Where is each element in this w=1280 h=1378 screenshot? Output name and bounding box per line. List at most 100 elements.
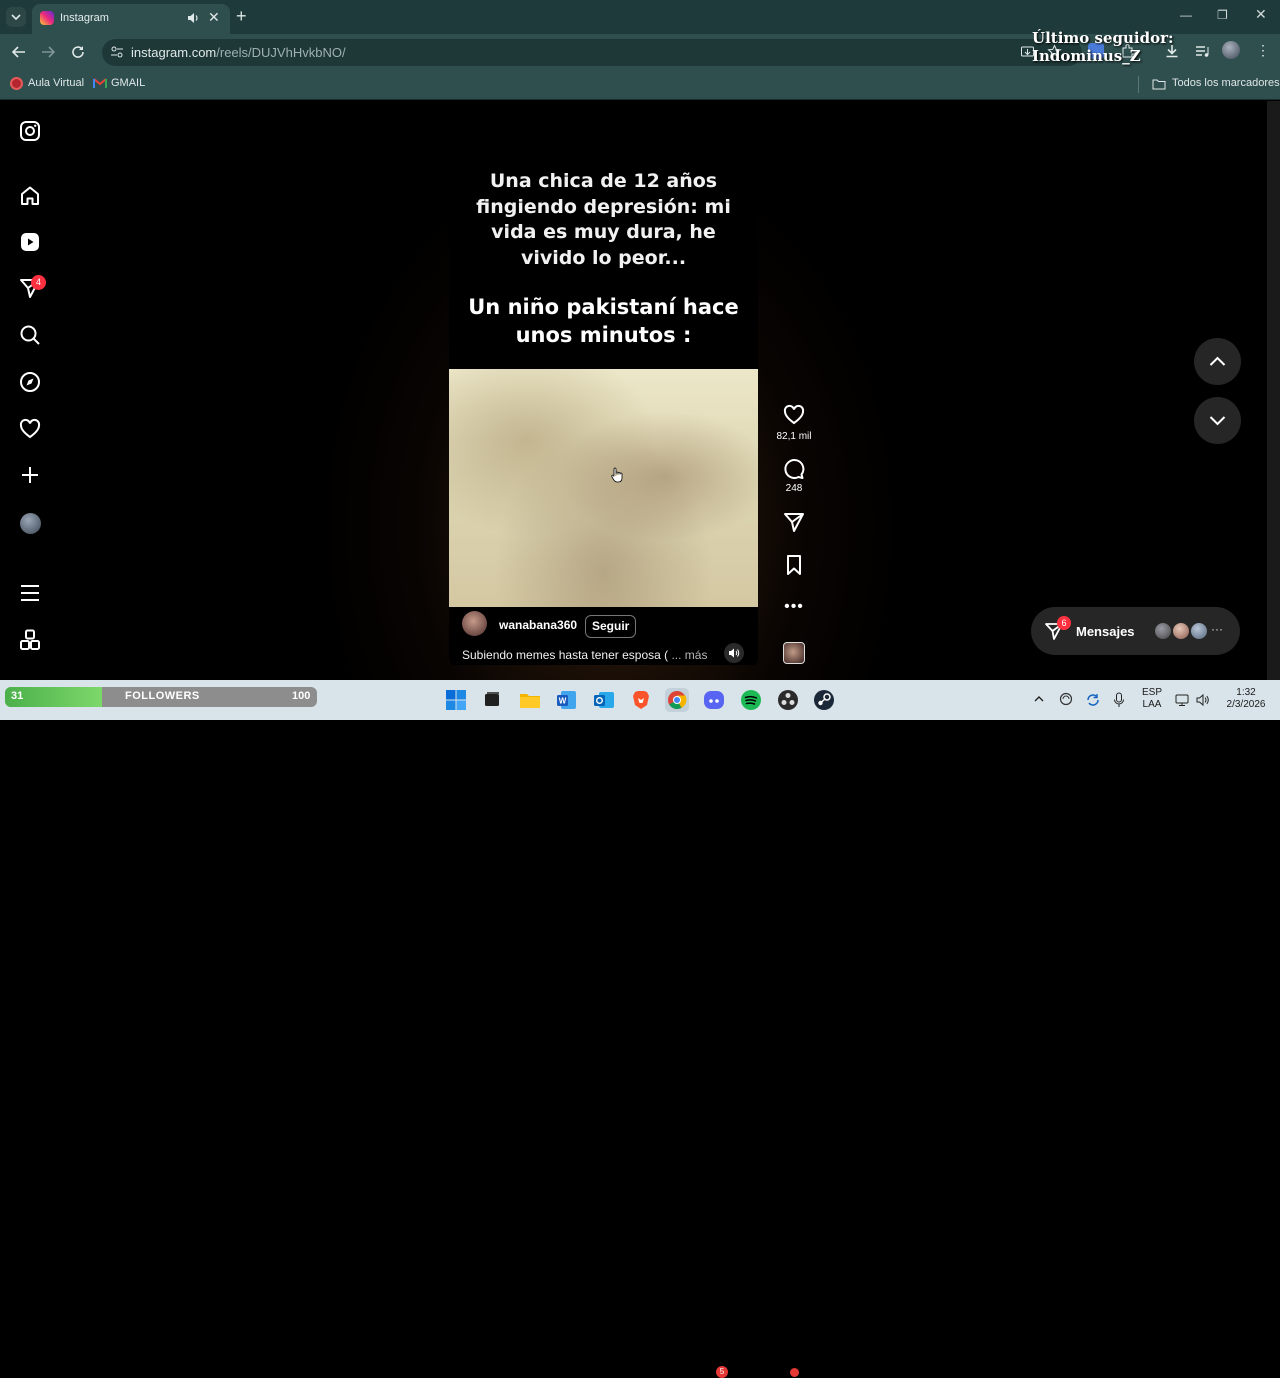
brave-browser-icon[interactable] bbox=[629, 688, 653, 712]
minimize-icon[interactable]: — bbox=[1180, 8, 1192, 22]
speaker-icon bbox=[729, 648, 740, 658]
instagram-logo-icon[interactable] bbox=[18, 119, 42, 143]
more-menu-icon[interactable] bbox=[18, 581, 42, 605]
bookmark-aula-virtual[interactable]: Aula Virtual bbox=[28, 77, 84, 89]
more-dots-icon: ··· bbox=[1211, 622, 1223, 636]
comments-count: 248 bbox=[785, 483, 803, 494]
discord-icon[interactable] bbox=[702, 688, 726, 712]
keyboard-layout: LAA bbox=[1142, 699, 1162, 710]
instagram-favicon-icon bbox=[40, 11, 54, 25]
followers-current: 31 bbox=[11, 690, 24, 702]
url-text: instagram.com/reels/DUJVhHvkbNO/ bbox=[131, 45, 346, 60]
message-avatar bbox=[1171, 621, 1191, 641]
clock[interactable]: 1:32 2/3/2026 bbox=[1220, 687, 1272, 711]
hand-cursor-icon bbox=[611, 467, 623, 483]
back-arrow-icon[interactable] bbox=[11, 44, 27, 60]
tab-instagram[interactable]: Instagram ✕ bbox=[32, 4, 230, 34]
audio-thumbnail[interactable] bbox=[783, 642, 805, 664]
task-view-icon[interactable] bbox=[480, 688, 504, 712]
message-avatar bbox=[1153, 621, 1173, 641]
explore-compass-icon[interactable] bbox=[18, 370, 42, 394]
steam-icon[interactable] bbox=[812, 688, 836, 712]
onedrive-icon[interactable] bbox=[1058, 692, 1074, 706]
language-code: ESP bbox=[1141, 687, 1162, 698]
also-from-meta-icon[interactable] bbox=[18, 628, 42, 652]
spotify-icon[interactable] bbox=[739, 688, 763, 712]
reel-caption-bottom: Un niño pakistaní hace unos minutos : bbox=[468, 295, 739, 347]
aula-virtual-icon bbox=[10, 77, 23, 90]
more-link[interactable]: ... más bbox=[671, 648, 707, 662]
clock-time: 1:32 bbox=[1236, 687, 1256, 698]
tab-close-icon[interactable]: ✕ bbox=[208, 9, 220, 26]
word-icon[interactable]: W bbox=[555, 688, 579, 712]
share-icon[interactable] bbox=[781, 510, 807, 534]
stream-overlay-last-follower: Último seguidor: Indominus_Z bbox=[1032, 29, 1174, 65]
gmail-icon bbox=[93, 78, 107, 89]
tab-search-button[interactable] bbox=[6, 7, 26, 27]
like-heart-icon[interactable] bbox=[781, 403, 807, 427]
save-bookmark-icon[interactable] bbox=[781, 553, 807, 577]
all-bookmarks-button[interactable]: Todos los marcadores bbox=[1172, 77, 1280, 89]
profile-avatar-sidebar[interactable] bbox=[20, 513, 41, 534]
maximize-icon[interactable]: ❐ bbox=[1217, 8, 1228, 22]
forward-arrow-icon[interactable] bbox=[40, 44, 56, 60]
author-username[interactable]: wanabana360 bbox=[499, 618, 577, 632]
notifications-heart-icon[interactable] bbox=[18, 417, 42, 441]
address-bar[interactable]: instagram.com/reels/DUJVhHvkbNO/ bbox=[102, 39, 1082, 66]
messages-label: Mensajes bbox=[1076, 624, 1135, 639]
messages-badge: 6 bbox=[1057, 616, 1071, 630]
previous-reel-button[interactable] bbox=[1194, 338, 1241, 385]
reel-video-player[interactable]: Una chica de 12 años fingiendo depresión… bbox=[449, 115, 758, 665]
sound-toggle-button[interactable] bbox=[724, 643, 744, 663]
new-tab-button[interactable]: + bbox=[236, 6, 247, 27]
reload-icon[interactable] bbox=[70, 44, 86, 60]
bookmarks-bar: Aula Virtual GMAIL Todos los marcadores bbox=[0, 70, 1280, 100]
followers-label: FOLLOWERS bbox=[125, 690, 200, 702]
chevron-down-icon bbox=[1209, 416, 1226, 426]
comment-icon[interactable] bbox=[781, 457, 807, 481]
obs-icon[interactable] bbox=[776, 688, 800, 712]
file-explorer-icon[interactable] bbox=[518, 688, 542, 712]
followers-goal-bar: 31 FOLLOWERS 100 bbox=[5, 687, 317, 707]
folder-icon bbox=[1152, 78, 1166, 90]
show-hidden-icons-chevron-icon[interactable] bbox=[1033, 693, 1045, 705]
tab-title: Instagram bbox=[60, 12, 109, 24]
microphone-icon[interactable] bbox=[1113, 692, 1125, 708]
reel-description[interactable]: Subiendo memes hasta tener esposa ( ... … bbox=[462, 648, 707, 662]
network-icon[interactable] bbox=[1174, 692, 1190, 708]
outlook-icon[interactable] bbox=[592, 688, 616, 712]
notifications-badge: 4 bbox=[31, 275, 46, 290]
chrome-icon[interactable] bbox=[665, 688, 689, 712]
windows-taskbar: 31 FOLLOWERS 100 W 5 ESP LAA 1:32 2/3/20… bbox=[0, 680, 1280, 1378]
clock-date: 2/3/2026 bbox=[1226, 699, 1266, 710]
discord-badge: 5 bbox=[716, 1366, 728, 1378]
page-scrollbar[interactable] bbox=[1267, 101, 1280, 680]
bookmarks-divider bbox=[1138, 76, 1139, 93]
more-options-icon[interactable]: ••• bbox=[781, 599, 807, 615]
next-reel-button[interactable] bbox=[1194, 397, 1241, 444]
reel-footer: wanabana360 Seguir Subiendo memes hasta … bbox=[449, 607, 758, 665]
obs-recording-dot bbox=[790, 1368, 799, 1377]
windows-start-icon[interactable] bbox=[444, 688, 468, 712]
svg-text:W: W bbox=[559, 697, 567, 706]
author-avatar[interactable] bbox=[462, 611, 487, 636]
site-info-icon[interactable] bbox=[110, 45, 124, 59]
message-avatar bbox=[1189, 621, 1209, 641]
messages-button[interactable]: 6 Mensajes ··· bbox=[1031, 607, 1240, 655]
bookmark-gmail[interactable]: GMAIL bbox=[111, 77, 145, 89]
reel-video-frame[interactable] bbox=[449, 369, 758, 607]
volume-icon[interactable] bbox=[1195, 692, 1211, 708]
create-plus-icon[interactable] bbox=[18, 463, 42, 487]
search-icon[interactable] bbox=[18, 323, 42, 347]
close-window-icon[interactable]: ✕ bbox=[1255, 6, 1267, 23]
reels-icon[interactable] bbox=[18, 230, 42, 254]
sync-icon[interactable] bbox=[1085, 692, 1101, 708]
input-language[interactable]: ESP LAA bbox=[1138, 687, 1166, 711]
instagram-reels-page: 4 Una chica de 12 años fingiendo depresi… bbox=[0, 101, 1280, 680]
follow-button[interactable]: Seguir bbox=[585, 615, 637, 638]
likes-count: 82,1 mil bbox=[776, 431, 812, 442]
home-icon[interactable] bbox=[18, 184, 42, 208]
tab-audio-icon[interactable] bbox=[186, 11, 200, 25]
reel-caption-top: Una chica de 12 años fingiendo depresión… bbox=[476, 170, 731, 269]
chevron-down-icon bbox=[11, 14, 21, 21]
